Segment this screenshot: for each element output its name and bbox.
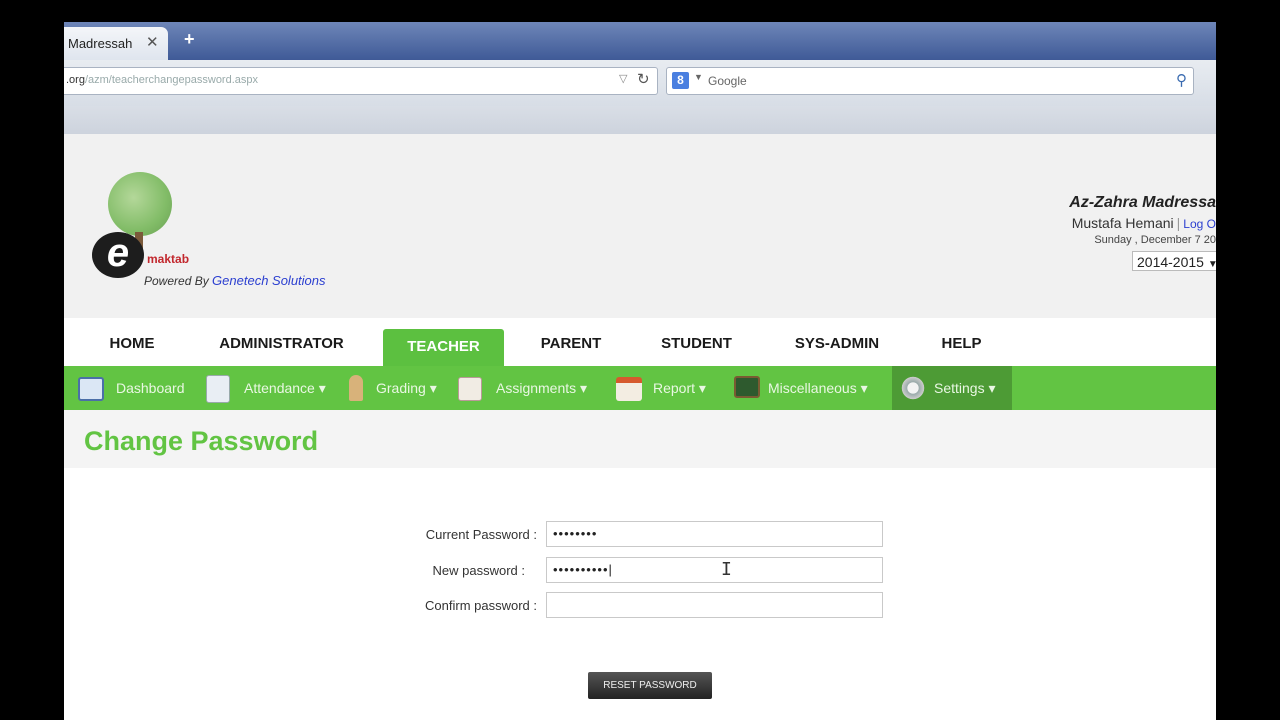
- dashboard-icon: [78, 377, 104, 401]
- subnav-report[interactable]: Report ▾: [616, 366, 726, 410]
- powered-by-label: Powered By: [144, 274, 209, 288]
- nav-teacher[interactable]: TEACHER: [383, 329, 504, 366]
- url-text: .org/azm/teacherchangepassword.aspx: [66, 74, 258, 86]
- subnav-miscellaneous[interactable]: Miscellaneous ▾: [734, 366, 886, 410]
- subnav-settings[interactable]: Settings ▾: [892, 366, 1012, 410]
- address-bar[interactable]: .org/azm/teacherchangepassword.aspx ▽ ↻: [64, 67, 658, 95]
- user-info: Mustafa Hemani | Log O: [1072, 215, 1216, 231]
- url-domain: .org: [66, 74, 85, 86]
- tab-title: Madressah: [68, 36, 133, 51]
- text-cursor-icon: I: [721, 559, 732, 580]
- nav-administrator[interactable]: ADMINISTRATOR: [204, 318, 359, 366]
- gear-icon: [900, 375, 926, 401]
- search-input[interactable]: Google: [708, 74, 747, 88]
- subnav-grading[interactable]: Grading ▾: [346, 366, 446, 410]
- tree-logo-icon: [108, 172, 172, 236]
- nav-sys-admin[interactable]: SYS-ADMIN: [782, 318, 892, 366]
- chevron-down-icon: ▼: [1207, 259, 1216, 270]
- new-password-field[interactable]: ••••••••••|: [546, 557, 883, 583]
- subnav-dashboard[interactable]: Dashboard: [78, 366, 198, 410]
- reset-password-button[interactable]: RESET PASSWORD: [588, 672, 712, 699]
- e-logo-icon: e: [92, 232, 144, 278]
- subnav-label: Dashboard: [116, 380, 185, 396]
- academic-year-value: 2014-2015: [1137, 254, 1204, 270]
- new-tab-icon[interactable]: +: [184, 29, 195, 50]
- subnav-label: Attendance ▾: [244, 380, 326, 396]
- logout-link[interactable]: Log O: [1183, 217, 1216, 231]
- current-date: Sunday , December 7 20: [1094, 234, 1216, 246]
- search-icon[interactable]: ⚲: [1176, 71, 1187, 89]
- page-title: Change Password: [84, 426, 319, 456]
- confirm-password-field[interactable]: [546, 592, 883, 618]
- url-path: /azm/teacherchangepassword.aspx: [84, 74, 259, 86]
- new-password-label: New password :: [432, 563, 525, 578]
- reload-icon[interactable]: ↻: [637, 70, 650, 88]
- tab-bar: Madressah ✕ +: [64, 22, 1216, 60]
- attendance-icon: [206, 375, 230, 403]
- current-password-field[interactable]: ••••••••: [546, 521, 883, 547]
- logo-text: maktab: [147, 252, 190, 266]
- subnav-attendance[interactable]: Attendance ▾: [206, 366, 336, 410]
- sub-nav: Dashboard Attendance ▾ Grading ▾ Assignm…: [64, 366, 1216, 410]
- subnav-label: Report ▾: [653, 380, 706, 396]
- user-name: Mustafa Hemani: [1071, 215, 1174, 231]
- grading-icon: [349, 375, 363, 401]
- assignments-icon: [458, 377, 482, 401]
- search-engine-dropdown-icon[interactable]: ▼: [694, 72, 703, 82]
- subnav-label: Miscellaneous ▾: [768, 380, 868, 396]
- miscellaneous-icon: [734, 376, 760, 398]
- page-title-band: Change Password: [64, 410, 1216, 468]
- company-link[interactable]: Genetech Solutions: [212, 273, 325, 288]
- current-password-label: Current Password :: [425, 527, 537, 542]
- browser-tab[interactable]: Madressah ✕: [64, 27, 168, 60]
- google-icon[interactable]: 8: [672, 72, 689, 89]
- powered-by: Powered By Genetech Solutions: [144, 273, 326, 288]
- separator: |: [1176, 215, 1181, 231]
- nav-home[interactable]: HOME: [92, 318, 172, 366]
- nav-parent[interactable]: PARENT: [526, 318, 616, 366]
- subnav-label: Grading ▾: [376, 380, 437, 396]
- subnav-label: Assignments ▾: [496, 380, 588, 396]
- academic-year-select[interactable]: 2014-2015 ▼: [1132, 251, 1216, 271]
- subnav-assignments[interactable]: Assignments ▾: [458, 366, 608, 410]
- main-nav: HOME ADMINISTRATOR TEACHER PARENT STUDEN…: [64, 318, 1216, 366]
- subnav-label: Settings ▾: [934, 380, 996, 396]
- browser-window: Madressah ✕ + .org/azm/teacherchangepass…: [64, 22, 1216, 720]
- url-dropdown-icon[interactable]: ▽: [619, 72, 627, 85]
- nav-student[interactable]: STUDENT: [649, 318, 744, 366]
- madrasa-name: Az-Zahra Madressa: [1069, 194, 1216, 211]
- report-icon: [616, 377, 642, 401]
- search-bar[interactable]: 8 ▼ Google ⚲: [666, 67, 1194, 95]
- bookmarks-bar: [64, 106, 1216, 135]
- confirm-password-label: Confirm password :: [425, 598, 537, 613]
- nav-help[interactable]: HELP: [929, 318, 994, 366]
- close-tab-icon[interactable]: ✕: [146, 33, 159, 51]
- browser-toolbar: .org/azm/teacherchangepassword.aspx ▽ ↻ …: [64, 60, 1216, 106]
- site-header: e maktab Powered By Genetech Solutions A…: [64, 134, 1216, 318]
